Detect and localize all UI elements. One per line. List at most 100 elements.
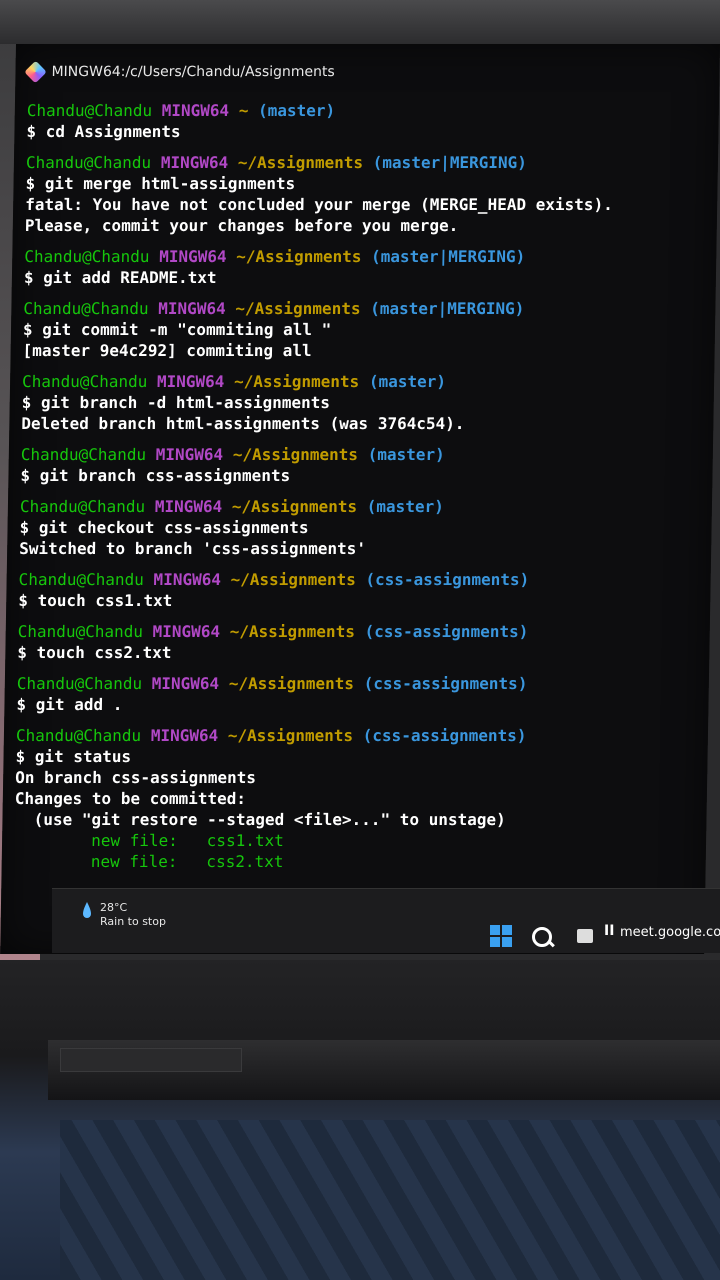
output-line: Please, commit your changes before you m… [24,216,459,235]
prompt-branch: (master) [368,372,447,391]
prompt-line: Chandu@Chandu MINGW64 ~/Assignments (mas… [23,298,703,319]
prompt-user: Chandu@Chandu [15,726,142,745]
task-view-icon[interactable] [577,929,593,943]
output-line: Changes to be committed: [14,789,247,808]
prompt-host: MINGW64 [156,372,225,391]
prompt-branch: (master|MERGING) [372,153,528,172]
command-line: $ git add README.txt [23,268,217,287]
prompt-path: ~/Assignments [237,153,364,172]
terminal-block: Chandu@Chandu MINGW64 ~/Assignments (css… [17,621,698,663]
raindrop-icon [83,902,91,918]
output-line: fatal: You have not concluded your merge… [25,195,613,214]
prompt-host: MINGW64 [158,299,226,318]
prompt-line: Chandu@Chandu MINGW64 ~/Assignments (css… [18,569,698,590]
prompt-host: MINGW64 [153,570,222,589]
prompt-path: ~/Assignments [227,726,354,745]
prompt-host: MINGW64 [155,445,224,464]
weather-widget[interactable]: 28°C Rain to stop [82,901,166,929]
command-line: $ git merge html-assignments [25,174,296,193]
output-line: [master 9e4c292] commiting all [22,341,312,360]
terminal-block: Chandu@Chandu MINGW64 ~/Assignments (mas… [25,152,706,236]
prompt-user: Chandu@Chandu [23,299,149,318]
terminal-block: Chandu@Chandu MINGW64 ~/Assignments (mas… [19,496,700,559]
output-line: Switched to branch 'css-assignments' [19,539,367,558]
laptop-brand-plate [60,1048,242,1072]
prompt-branch: (css-assignments) [364,622,529,641]
weather-temp: 28°C [100,901,128,914]
prompt-line: Chandu@Chandu MINGW64 ~/Assignments (mas… [20,496,700,517]
prompt-branch: (css-assignments) [362,726,527,745]
prompt-host: MINGW64 [158,247,227,266]
prompt-branch: (master) [367,445,445,464]
terminal-block: Chandu@Chandu MINGW64 ~/Assignments (mas… [22,298,703,361]
terminal-block: Chandu@Chandu MINGW64 ~/Assignments (mas… [20,444,701,486]
terminal-block: Chandu@Chandu MINGW64 ~/Assignments (mas… [24,246,705,288]
prompt-user: Chandu@Chandu [21,372,148,391]
prompt-path: ~/Assignments [232,445,359,464]
prompt-host: MINGW64 [154,497,223,516]
staged-file-name: css2.txt [206,852,284,871]
prompt-branch: (master) [366,497,444,516]
search-icon[interactable] [532,927,552,947]
prompt-user: Chandu@Chandu [16,674,143,693]
prompt-path: ~/Assignments [228,674,355,693]
prompt-user: Chandu@Chandu [25,153,152,172]
prompt-user: Chandu@Chandu [19,497,146,516]
taskbar-active-tab[interactable]: meet.google.com [620,925,720,940]
prompt-path: ~/Assignments [229,622,356,641]
command-line: $ touch css2.txt [17,643,172,662]
prompt-path: ~/Assignments [230,570,357,589]
windows-start-icon[interactable] [490,925,512,947]
prompt-path: ~/Assignments [231,497,358,516]
terminal-block: Chandu@Chandu MINGW64 ~/Assignments (css… [16,673,697,715]
command-line: $ git commit -m "commiting all " [22,320,332,339]
output-line: (use "git restore --staged <file>..." to… [14,810,506,829]
terminal-block: Chandu@Chandu MINGW64 ~ (master) $ cd Ass… [26,100,707,142]
prompt-branch: (css-assignments) [363,674,528,693]
prompt-user: Chandu@Chandu [20,445,147,464]
staged-file-name: css1.txt [206,831,284,850]
prompt-line: Chandu@Chandu MINGW64 ~/Assignments (mas… [26,152,706,173]
prompt-host: MINGW64 [161,101,230,120]
prompt-host: MINGW64 [160,153,229,172]
command-line: $ git checkout css-assignments [19,518,309,537]
output-line: Deleted branch html-assignments (was 376… [21,414,465,433]
weather-text: 28°C Rain to stop [100,901,166,929]
terminal-block: Chandu@Chandu MINGW64 ~/Assignments (mas… [21,371,702,434]
command-line: $ git branch -d html-assignments [21,393,331,412]
staged-file-line: new file: css2.txt [14,851,694,872]
window-titlebar: MINGW64:/c/Users/Chandu/Assignments [15,54,720,90]
terminal-screen: MINGW64:/c/Users/Chandu/Assignments Chan… [0,44,720,954]
prompt-path: ~/Assignments [236,247,362,266]
staged-status-label: new file: [90,852,178,871]
prompt-branch: (css-assignments) [365,570,530,589]
command-line: $ git status [15,747,132,766]
command-line: $ git branch css-assignments [20,466,291,485]
prompt-user: Chandu@Chandu [18,570,145,589]
prompt-user: Chandu@Chandu [24,247,150,266]
window-title: MINGW64:/c/Users/Chandu/Assignments [51,64,335,80]
weather-desc: Rain to stop [100,915,166,928]
prompt-line: Chandu@Chandu MINGW64 ~/Assignments (css… [17,673,697,694]
command-line: $ cd Assignments [26,122,181,141]
prompt-branch: (master|MERGING) [370,299,525,318]
command-line: $ git add . [16,695,123,714]
staged-status-label: new file: [90,831,179,850]
terminal-block: Chandu@Chandu MINGW64 ~/Assignments (css… [18,569,699,611]
prompt-path: ~/Assignments [235,299,361,318]
prompt-line: Chandu@Chandu MINGW64 ~ (master) [27,100,707,121]
terminal-block: Chandu@Chandu MINGW64 ~/Assignments (css… [14,725,697,872]
terminal-output[interactable]: Chandu@Chandu MINGW64 ~ (master) $ cd Ass… [13,100,707,882]
pause-icon[interactable]: II [604,923,614,939]
laptop-keyboard [60,1120,720,1280]
prompt-path: ~ [238,101,249,120]
prompt-line: Chandu@Chandu MINGW64 ~/Assignments (mas… [22,371,702,392]
mingw-app-icon [24,60,47,84]
prompt-host: MINGW64 [152,622,221,641]
prompt-branch: (master|MERGING) [370,247,526,266]
prompt-user: Chandu@Chandu [26,101,153,120]
command-line: $ touch css1.txt [18,591,173,610]
prompt-user: Chandu@Chandu [17,622,144,641]
prompt-line: Chandu@Chandu MINGW64 ~/Assignments (css… [18,621,698,642]
output-line: On branch css-assignments [15,768,257,787]
